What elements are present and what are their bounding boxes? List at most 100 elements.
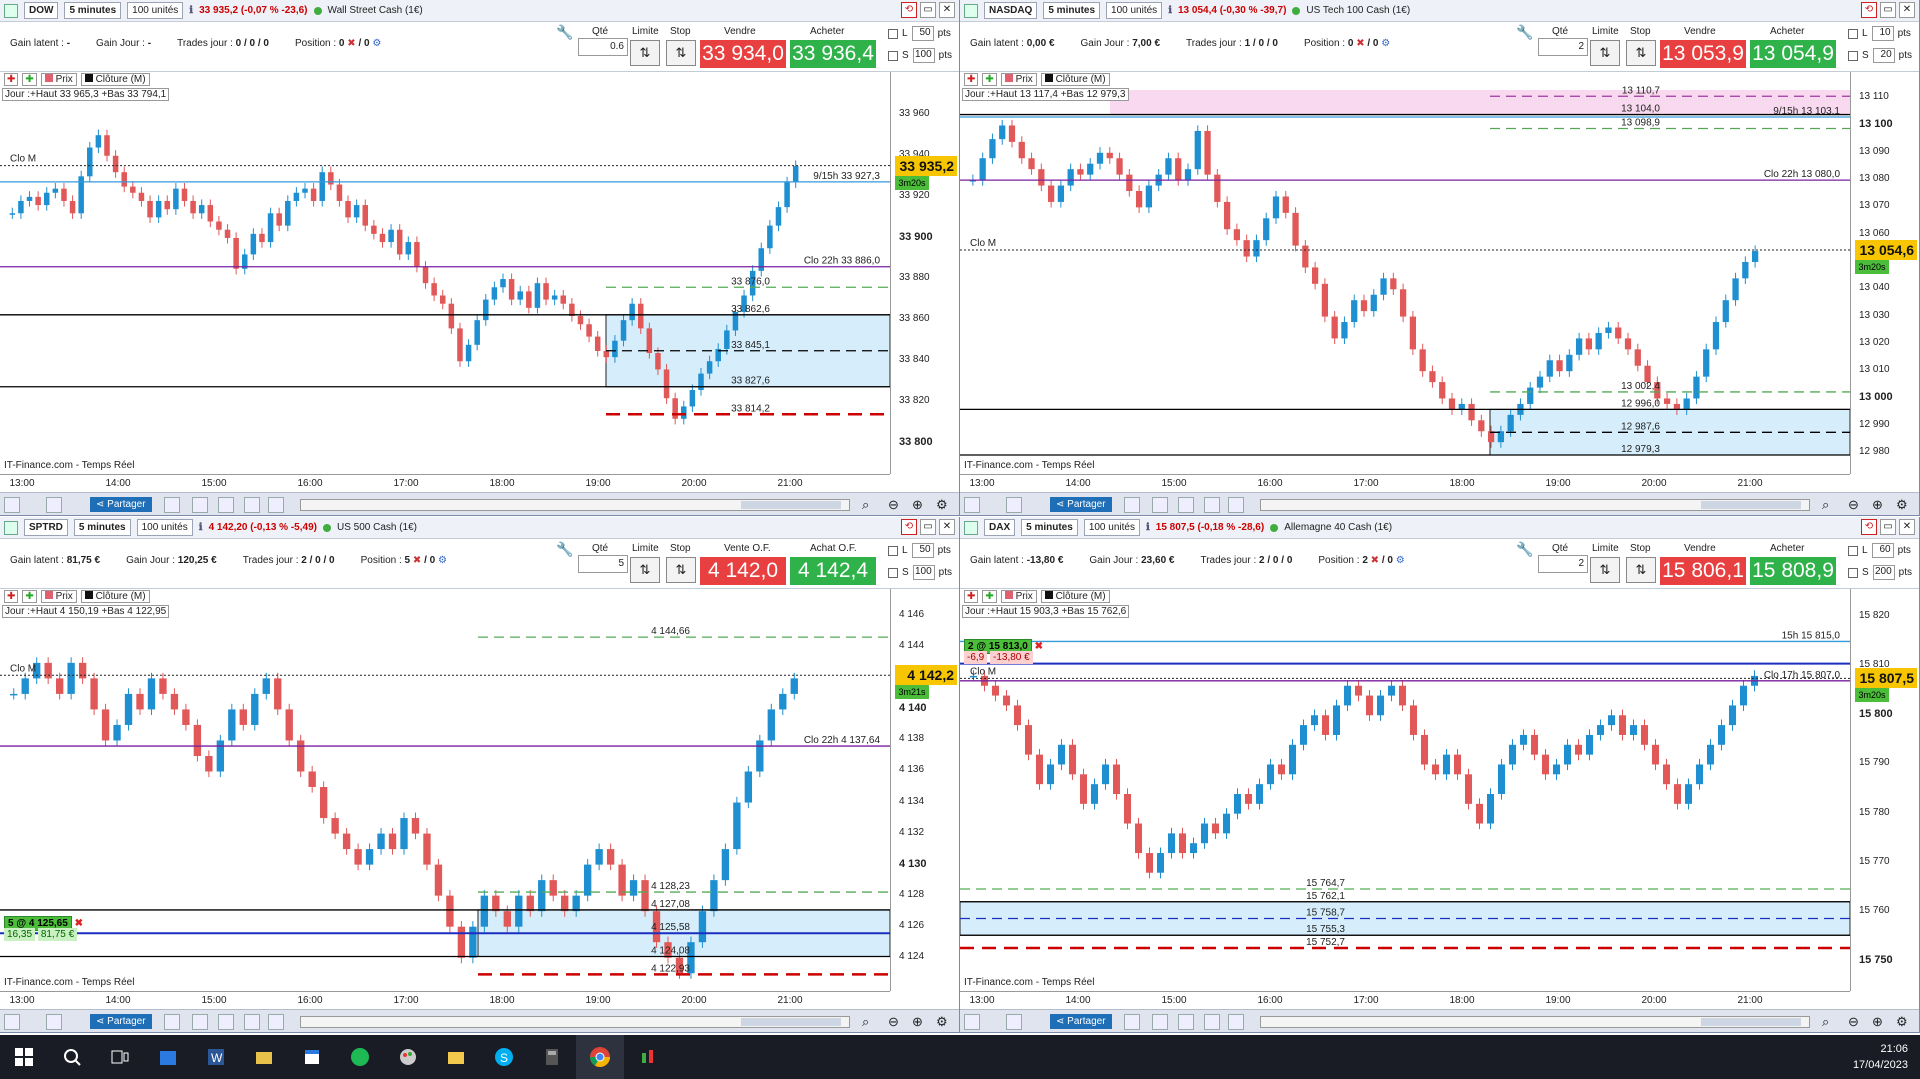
zoom-fit-icon[interactable]: ⌕ bbox=[862, 1014, 869, 1030]
close-icon[interactable]: ✕ bbox=[939, 519, 955, 535]
chart-type-icon[interactable] bbox=[964, 3, 978, 18]
folder-icon[interactable] bbox=[432, 1035, 480, 1079]
search-icon[interactable] bbox=[48, 1035, 96, 1079]
chart-type-icon[interactable] bbox=[4, 3, 18, 18]
scroll-thumb[interactable] bbox=[1701, 501, 1801, 509]
screen-icon[interactable] bbox=[164, 1014, 180, 1030]
limit-order-icon[interactable]: ⇅ bbox=[630, 557, 660, 583]
chart-style-icon[interactable] bbox=[1006, 497, 1022, 513]
info-icon[interactable]: ℹ bbox=[199, 522, 203, 533]
price-chart[interactable]: 15h 15 815,0 Clo 17h 15 807,0 15 764,7 15 7… bbox=[960, 589, 1850, 991]
share-button[interactable]: ⋖ Partager bbox=[1050, 1014, 1112, 1029]
spotify-icon[interactable] bbox=[336, 1035, 384, 1079]
stop-points[interactable]: S 200 pts bbox=[1848, 565, 1912, 580]
drawing-tool-icon[interactable] bbox=[4, 497, 20, 513]
stop-checkbox[interactable] bbox=[888, 50, 898, 61]
buy-button[interactable]: 4 142,4 bbox=[790, 557, 876, 585]
sell-button[interactable]: 33 934,0 bbox=[700, 40, 786, 68]
units-select[interactable]: 100 unités bbox=[136, 519, 193, 536]
refresh-icon[interactable]: ⟲ bbox=[1861, 2, 1877, 18]
stop-checkbox[interactable] bbox=[888, 567, 898, 578]
stop-checkbox[interactable] bbox=[1848, 567, 1858, 578]
task-view-icon[interactable] bbox=[96, 1035, 144, 1079]
share-button[interactable]: ⋖ Partager bbox=[1050, 497, 1112, 512]
price-chart[interactable]: 13 110,7 13 104,0 9/15h 13 103,1 13 098,9 Cl… bbox=[960, 72, 1850, 474]
ticker-select[interactable]: DOW bbox=[24, 2, 59, 19]
list-icon[interactable] bbox=[1152, 1014, 1168, 1030]
close-position-icon[interactable]: ✖ bbox=[347, 38, 355, 49]
units-select[interactable]: 100 unités bbox=[1083, 519, 1140, 536]
timeframe-select[interactable]: 5 minutes bbox=[64, 2, 122, 19]
close-icon[interactable]: ✕ bbox=[939, 2, 955, 18]
price-button[interactable]: Prix bbox=[40, 72, 77, 86]
price-chart[interactable]: 4 144,66 Clo 22h 4 137,64 4 128,23 4 127,08… bbox=[0, 589, 890, 991]
stop-order-icon[interactable]: ⇅ bbox=[1626, 40, 1656, 66]
start-icon[interactable] bbox=[0, 1035, 48, 1079]
info-icon[interactable]: ℹ bbox=[1146, 522, 1150, 533]
stop-points[interactable]: S 100 pts bbox=[888, 565, 952, 580]
calculator-icon[interactable] bbox=[528, 1035, 576, 1079]
layout-icon[interactable] bbox=[1204, 497, 1220, 513]
stop-order-icon[interactable]: ⇅ bbox=[666, 40, 696, 66]
zoom-in-icon[interactable]: ⊕ bbox=[1872, 497, 1883, 513]
indicators-icon[interactable] bbox=[1178, 497, 1194, 513]
qty-input[interactable]: 2 bbox=[1538, 38, 1588, 56]
stop-order-icon[interactable]: ⇅ bbox=[666, 557, 696, 583]
chart-style-icon[interactable] bbox=[46, 497, 62, 513]
screen-icon[interactable] bbox=[1124, 497, 1140, 513]
sell-button[interactable]: 15 806,1 bbox=[1660, 557, 1746, 585]
indicators-icon[interactable] bbox=[218, 1014, 234, 1030]
time-scrollbar[interactable] bbox=[300, 499, 850, 511]
price-axis[interactable]: 33 960 33 940 33 920 33 900 33 880 33 860 33 8… bbox=[890, 72, 959, 474]
indicators-icon[interactable] bbox=[218, 497, 234, 513]
limit-order-icon[interactable]: ⇅ bbox=[1590, 40, 1620, 66]
limit-checkbox[interactable] bbox=[888, 545, 898, 556]
scroll-thumb[interactable] bbox=[741, 1018, 841, 1026]
ticker-select[interactable]: NASDAQ bbox=[984, 2, 1038, 19]
stop-order-icon[interactable]: ⇅ bbox=[1626, 557, 1656, 583]
limit-checkbox[interactable] bbox=[1848, 545, 1858, 556]
limit-points[interactable]: L 50 pts bbox=[888, 543, 951, 558]
tool-icon[interactable] bbox=[1228, 497, 1244, 513]
drawing-tool-icon[interactable] bbox=[964, 1014, 980, 1030]
close-type-button[interactable]: Clôture (M) bbox=[1040, 589, 1110, 603]
share-button[interactable]: ⋖ Partager bbox=[90, 1014, 152, 1029]
chart-style-icon[interactable] bbox=[46, 1014, 62, 1030]
ticker-select[interactable]: DAX bbox=[984, 519, 1016, 536]
limit-points[interactable]: L 50 pts bbox=[888, 26, 951, 41]
zoom-in-icon[interactable]: ⊕ bbox=[912, 497, 923, 513]
close-position-icon[interactable]: ✖ bbox=[1371, 555, 1379, 566]
minimize-icon[interactable]: ▭ bbox=[1880, 519, 1896, 535]
zoom-in-icon[interactable]: ⊕ bbox=[1872, 1014, 1883, 1030]
zoom-out-icon[interactable]: ⊖ bbox=[888, 497, 899, 513]
chart-type-icon[interactable] bbox=[964, 520, 978, 535]
position-settings-icon[interactable]: ⚙ bbox=[438, 555, 447, 566]
add-object-icon[interactable]: ✚ bbox=[982, 72, 997, 86]
units-select[interactable]: 100 unités bbox=[127, 2, 184, 19]
add-indicator-icon[interactable]: ✚ bbox=[4, 72, 19, 86]
timeframe-select[interactable]: 5 minutes bbox=[1021, 519, 1078, 536]
info-icon[interactable]: ℹ bbox=[189, 5, 193, 16]
chrome-icon[interactable] bbox=[576, 1035, 624, 1079]
chart-style-icon[interactable] bbox=[1006, 1014, 1022, 1030]
time-axis[interactable]: 13:00 14:00 15:00 16:00 17:00 18:00 19:00 20:00… bbox=[0, 991, 890, 1009]
order-tool-icon[interactable]: 🔧 bbox=[556, 541, 573, 558]
tool-icon[interactable] bbox=[268, 1014, 284, 1030]
open-position[interactable]: 5 @ 4 125,65 ✖ 16,35 81,75 € bbox=[4, 916, 83, 942]
time-scrollbar[interactable] bbox=[1260, 499, 1810, 511]
zoom-out-icon[interactable]: ⊖ bbox=[1848, 1014, 1859, 1030]
paint-icon[interactable] bbox=[384, 1035, 432, 1079]
close-position-icon[interactable]: ✖ bbox=[413, 555, 421, 566]
skype-icon[interactable]: S bbox=[480, 1035, 528, 1079]
timeframe-select[interactable]: 5 minutes bbox=[73, 519, 131, 536]
stop-checkbox[interactable] bbox=[1848, 50, 1858, 61]
zoom-fit-icon[interactable]: ⌕ bbox=[1822, 1014, 1829, 1030]
screen-icon[interactable] bbox=[164, 497, 180, 513]
close-type-button[interactable]: Clôture (M) bbox=[1040, 72, 1110, 86]
drawing-tool-icon[interactable] bbox=[4, 1014, 20, 1030]
settings-icon[interactable]: ⚙ bbox=[936, 1014, 948, 1030]
screen-icon[interactable] bbox=[1124, 1014, 1140, 1030]
add-indicator-icon[interactable]: ✚ bbox=[964, 589, 979, 603]
order-tool-icon[interactable]: 🔧 bbox=[1516, 541, 1533, 558]
share-button[interactable]: ⋖ Partager bbox=[90, 497, 152, 512]
